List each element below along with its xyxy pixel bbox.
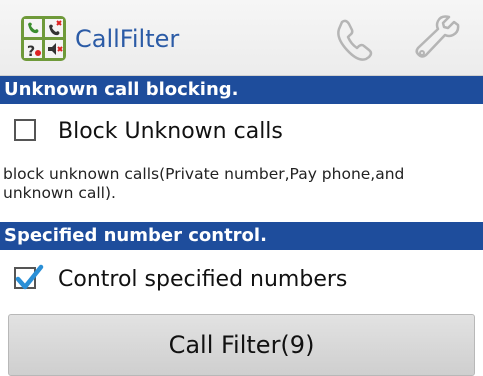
control-specified-numbers-label: Control specified numbers (58, 267, 348, 292)
wrench-icon (415, 15, 460, 58)
block-unknown-calls-row[interactable]: Block Unknown calls (0, 104, 483, 160)
app-title: CallFilter (75, 25, 180, 53)
block-unknown-calls-checkbox[interactable] (14, 119, 36, 141)
block-unknown-calls-label: Block Unknown calls (58, 119, 283, 144)
block-unknown-description: block unknown calls(Private number,Pay p… (3, 165, 405, 202)
svg-text:?: ? (27, 44, 35, 60)
call-filter-button[interactable]: Call Filter(9) (8, 314, 475, 376)
control-specified-numbers-row[interactable]: Control specified numbers (0, 252, 483, 308)
control-specified-numbers-checkbox[interactable] (14, 264, 44, 290)
section-header-unknown-call-blocking: Unknown call blocking. (0, 76, 483, 104)
checkmark-icon (15, 264, 44, 290)
action-bar: ? CallFilter (0, 0, 483, 76)
section-header-specified-number-control: Specified number control. (0, 222, 483, 250)
settings-button[interactable] (410, 14, 462, 62)
phone-icon (337, 19, 373, 61)
callfilter-app-icon[interactable]: ? (21, 16, 66, 61)
phone-button[interactable] (328, 14, 380, 62)
